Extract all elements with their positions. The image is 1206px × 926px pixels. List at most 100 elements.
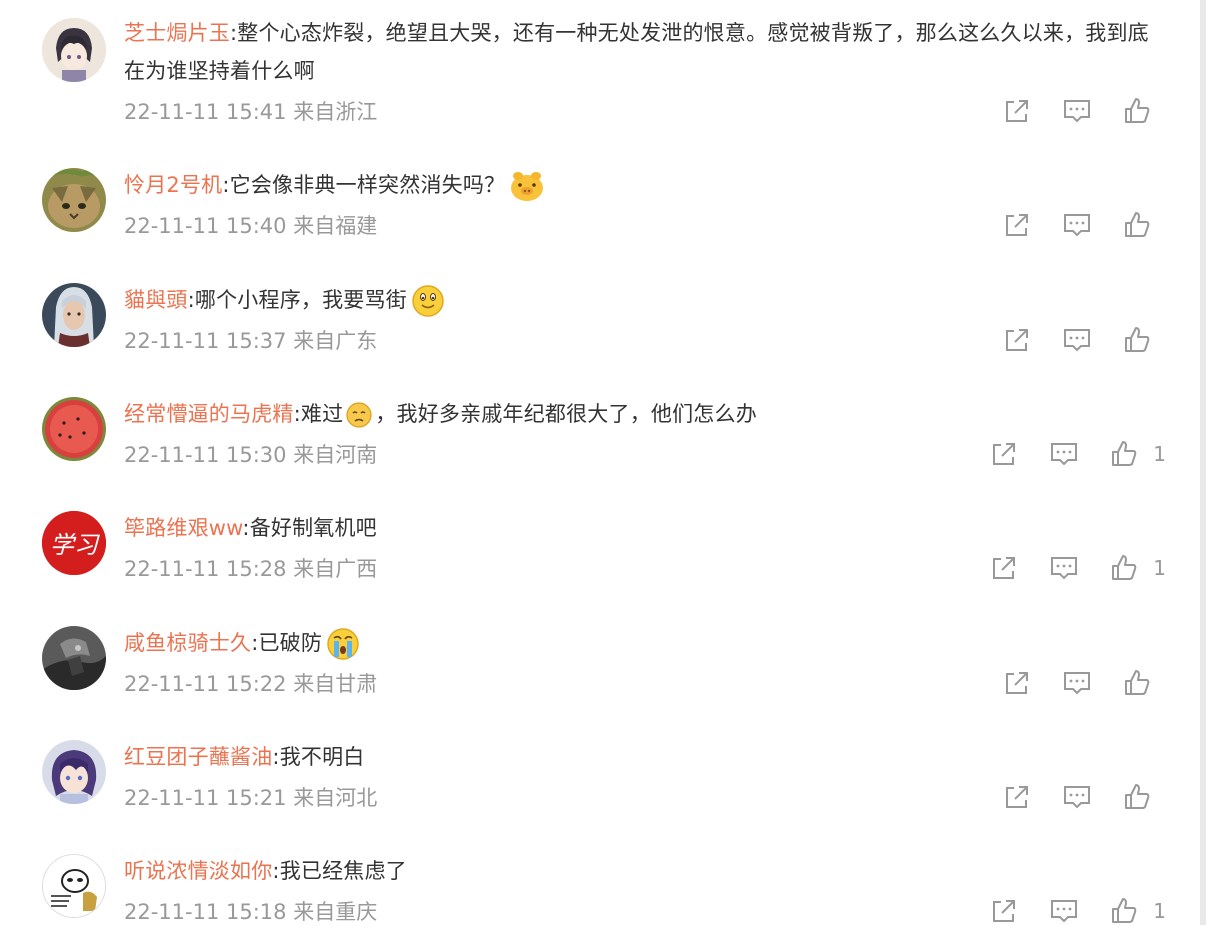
like-count: 1 [1153, 899, 1166, 923]
comment-location: 来自重庆 [293, 900, 378, 924]
reply-button[interactable] [1049, 553, 1079, 583]
like-button[interactable]: 1 [1109, 553, 1166, 583]
comment-list: 芝士焗片玉:整个心态炸裂，绝望且大哭，还有一种无处发泄的恨意。感觉被背叛了，那么… [0, 0, 1206, 925]
like-icon [1112, 441, 1137, 466]
avatar-calligraphy: 学习 [50, 531, 100, 559]
avatar[interactable] [42, 740, 106, 804]
comment-time: 22-11-11 15:28 [124, 557, 287, 581]
username-link[interactable]: 咸鱼椋骑士久 [124, 631, 251, 655]
sad-emoji-icon [346, 402, 372, 428]
comment-text: 它会像非典一样突然消失吗？ [229, 173, 506, 197]
comment-icon [1064, 329, 1090, 352]
comment-text: 已破防 [258, 631, 323, 655]
reply-button[interactable] [1049, 896, 1079, 926]
comment-time: 22-11-11 15:22 [124, 672, 287, 696]
reply-button[interactable] [1062, 325, 1092, 355]
username-link[interactable]: 红豆团子蘸酱油 [124, 745, 272, 769]
share-icon [1006, 329, 1028, 351]
share-icon [1006, 786, 1028, 808]
comment-icon [1064, 100, 1090, 123]
reply-button[interactable] [1062, 96, 1092, 126]
like-icon [1112, 555, 1137, 580]
comment-time: 22-11-11 15:40 [124, 214, 287, 238]
like-button[interactable]: 1 [1109, 439, 1166, 469]
comment-location: 来自广西 [293, 557, 378, 581]
like-icon [1125, 327, 1150, 352]
avatar-image: 学习 [42, 511, 106, 575]
comment-icon [1064, 672, 1090, 695]
comment-location: 来自福建 [293, 214, 378, 238]
like-count: 1 [1153, 442, 1166, 466]
comment-text: 难过 [300, 402, 344, 426]
like-button[interactable] [1122, 325, 1166, 355]
comment-text: 备好制氧机吧 [249, 516, 377, 540]
comment-location: 来自广东 [293, 329, 378, 353]
like-icon [1125, 212, 1150, 237]
reply-button[interactable] [1049, 439, 1079, 469]
share-button[interactable] [1002, 325, 1032, 355]
avatar-image [43, 855, 105, 917]
like-icon [1125, 98, 1150, 123]
share-button[interactable] [1002, 96, 1032, 126]
comment-location: 来自甘肃 [293, 672, 378, 696]
comment-icon [1051, 557, 1078, 580]
comment-time: 22-11-11 15:30 [124, 443, 287, 467]
avatar-image [42, 740, 106, 804]
like-icon [1112, 898, 1137, 923]
comment-icon [1051, 900, 1078, 923]
avatar-image [42, 168, 106, 232]
avatar[interactable]: 学习 [42, 511, 106, 575]
comment-time: 22-11-11 15:21 [124, 786, 287, 810]
avatar[interactable] [42, 397, 106, 461]
like-icon [1125, 670, 1150, 695]
username-link[interactable]: 怜月2号机 [124, 173, 222, 197]
share-icon [993, 443, 1016, 465]
comment-text-cont: ，我好多亲戚年纪都很大了，他们怎么办 [375, 402, 757, 426]
like-button[interactable] [1122, 668, 1166, 698]
share-button[interactable] [1002, 210, 1032, 240]
share-button[interactable] [989, 553, 1019, 583]
share-button[interactable] [989, 896, 1019, 926]
comment-text: 哪个小程序，我要骂街 [194, 288, 407, 312]
avatar[interactable] [42, 18, 106, 82]
comment-location: 来自浙江 [293, 100, 378, 124]
avatar[interactable] [42, 283, 106, 347]
avatar-image [42, 283, 106, 347]
avatar[interactable] [42, 168, 106, 232]
reply-button[interactable] [1062, 782, 1092, 812]
username-link[interactable]: 听说浓情淡如你 [124, 859, 272, 883]
reply-button[interactable] [1062, 210, 1092, 240]
share-button[interactable] [989, 439, 1019, 469]
username-link[interactable]: 貓與頭 [124, 288, 188, 312]
like-button[interactable] [1122, 210, 1166, 240]
like-button[interactable] [1122, 782, 1166, 812]
crying-emoji-icon [327, 628, 359, 660]
comment-icon [1064, 786, 1090, 809]
comment-icon [1064, 214, 1090, 237]
comment-icon [1051, 443, 1078, 466]
share-icon [993, 557, 1016, 579]
share-button[interactable] [1002, 668, 1032, 698]
like-button[interactable] [1122, 96, 1166, 126]
like-icon [1125, 784, 1150, 809]
share-button[interactable] [1002, 782, 1032, 812]
like-count: 1 [1153, 556, 1166, 580]
comment-time: 22-11-11 15:18 [124, 900, 287, 924]
avatar-image [42, 626, 106, 690]
avatar[interactable] [42, 854, 106, 918]
comment-time: 22-11-11 15:41 [124, 100, 287, 124]
comment-text: 我不明白 [279, 745, 365, 769]
avatar-image [42, 397, 106, 461]
share-icon [1006, 672, 1028, 694]
comment-location: 来自河南 [293, 443, 378, 467]
username-link[interactable]: 筚路维艰ww [124, 516, 242, 540]
share-icon [1006, 214, 1028, 236]
like-button[interactable]: 1 [1109, 896, 1166, 926]
avatar-image [42, 18, 106, 82]
username-link[interactable]: 芝士焗片玉 [124, 21, 230, 45]
reply-button[interactable] [1062, 668, 1092, 698]
avatar[interactable] [42, 626, 106, 690]
comment-location: 来自河北 [293, 786, 378, 810]
username-link[interactable]: 经常懵逼的马虎精 [124, 402, 294, 426]
pig-face-emoji-icon [511, 172, 544, 201]
